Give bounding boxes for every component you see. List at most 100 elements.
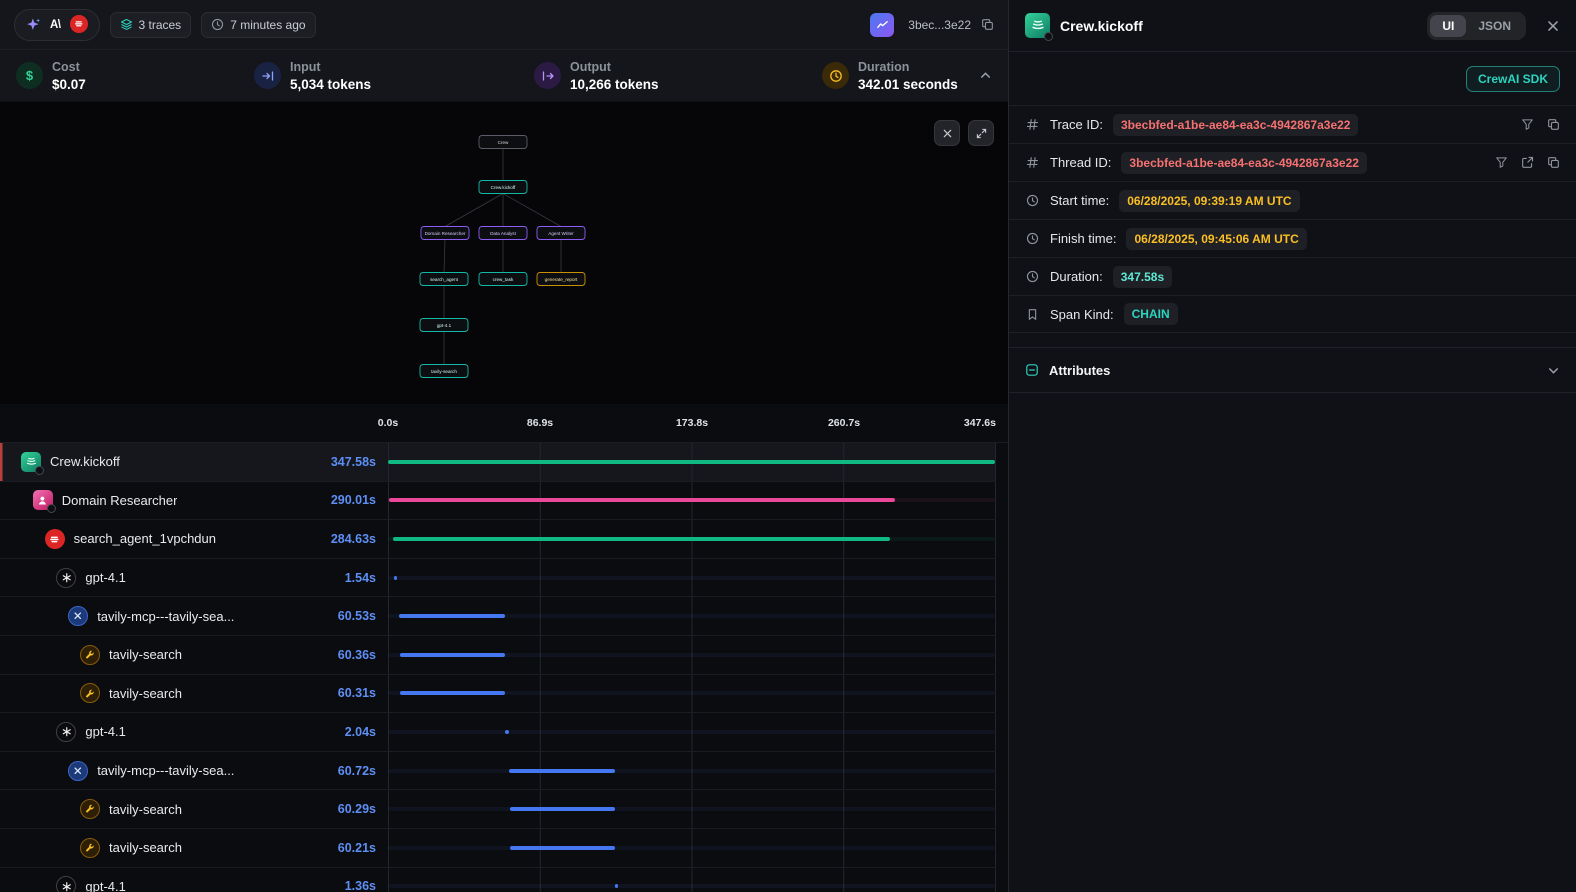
copy-icon[interactable] bbox=[1547, 118, 1560, 131]
span-bar bbox=[510, 846, 615, 850]
graph-node[interactable]: Crew.kickoff bbox=[479, 181, 527, 194]
span-row[interactable]: tavily-mcp---tavily-sea...60.72s bbox=[0, 752, 996, 791]
span-bar bbox=[509, 769, 615, 773]
cost-icon: $ bbox=[16, 62, 43, 89]
expand-graph-icon[interactable] bbox=[968, 120, 994, 146]
trace-chart-icon[interactable] bbox=[870, 13, 894, 37]
span-name: search_agent_1vpchdun bbox=[74, 531, 216, 546]
detail-title-icon-slot bbox=[1025, 13, 1050, 39]
span-duration: 60.29s bbox=[338, 802, 388, 816]
copy-trace-id-icon[interactable] bbox=[981, 18, 994, 31]
graph-node[interactable]: Agent Writer bbox=[537, 227, 585, 240]
tool-icon bbox=[80, 645, 100, 665]
span-duration: 284.63s bbox=[331, 532, 388, 546]
input-icon bbox=[254, 62, 281, 89]
tab-json[interactable]: JSON bbox=[1466, 15, 1523, 37]
mcp-icon bbox=[68, 761, 88, 781]
span-row[interactable]: gpt-4.1 2.04s bbox=[0, 713, 996, 752]
instrumentation-badge bbox=[47, 504, 56, 513]
axis-tick: 260.7s bbox=[828, 417, 860, 429]
span-row[interactable]: tavily-search60.21s bbox=[0, 829, 996, 868]
detail-field: Finish time:06/28/2025, 09:45:06 AM UTC bbox=[1009, 219, 1576, 257]
filter-icon[interactable] bbox=[1521, 118, 1534, 131]
traces-count-badge[interactable]: 3 traces bbox=[110, 12, 192, 38]
clock-icon bbox=[1025, 270, 1040, 283]
trace-graph: Crew Crew.kickoff Domain Researcher Data An… bbox=[0, 102, 1008, 404]
output-icon bbox=[534, 62, 561, 89]
svg-text:search_agent: search_agent bbox=[430, 277, 459, 282]
graph-node[interactable]: Data Analyst bbox=[479, 227, 527, 240]
span-name: tavily-search bbox=[109, 686, 182, 701]
close-graph-icon[interactable] bbox=[934, 120, 960, 146]
stat-value: 342.01 seconds bbox=[858, 77, 958, 92]
span-duration: 1.54s bbox=[345, 571, 388, 585]
axis-tick: 0.0s bbox=[378, 417, 398, 429]
span-track bbox=[388, 559, 996, 597]
graph-node[interactable]: tavily-search bbox=[420, 365, 468, 378]
copy-icon[interactable] bbox=[1547, 156, 1560, 169]
attributes-label: Attributes bbox=[1049, 363, 1110, 378]
span-row[interactable]: Domain Researcher290.01s bbox=[0, 482, 996, 521]
span-row[interactable]: gpt-4.11.36s bbox=[0, 868, 996, 892]
tool-icon bbox=[80, 838, 100, 858]
span-row[interactable]: tavily-search 60.31s bbox=[0, 675, 996, 714]
crew-icon bbox=[1025, 13, 1050, 38]
span-track bbox=[388, 713, 996, 751]
close-panel-icon[interactable] bbox=[1546, 19, 1560, 33]
stat-label: Output bbox=[570, 60, 611, 74]
pink-icon bbox=[33, 490, 53, 510]
span-name: tavily-search bbox=[109, 840, 182, 855]
attributes-section[interactable]: Attributes bbox=[1009, 347, 1576, 393]
openai-icon bbox=[56, 722, 76, 742]
span-track bbox=[388, 868, 996, 892]
timeline-axis: 0.0s 86.9s 173.8s 260.7s 347.6s bbox=[0, 404, 1008, 442]
span-bar bbox=[400, 691, 505, 695]
span-row[interactable]: Crew.kickoff347.58s bbox=[0, 443, 996, 482]
span-row[interactable]: tavily-mcp---tavily-sea...60.53s bbox=[0, 597, 996, 636]
axis-tick: 347.6s bbox=[964, 417, 996, 429]
field-value: 06/28/2025, 09:39:19 AM UTC bbox=[1119, 190, 1299, 212]
svg-text:gpt-4.1: gpt-4.1 bbox=[437, 323, 452, 328]
stat-output: Output10,266 tokens bbox=[534, 58, 822, 94]
stat-label: Input bbox=[290, 60, 321, 74]
field-label: Duration: bbox=[1050, 269, 1103, 284]
span-duration: 2.04s bbox=[345, 725, 388, 739]
collapse-stats-icon[interactable] bbox=[979, 69, 992, 82]
clock-icon bbox=[1025, 232, 1040, 245]
tab-ui[interactable]: UI bbox=[1430, 15, 1466, 37]
stat-cost: $ Cost$0.07 bbox=[16, 58, 254, 94]
instrumentation-badge bbox=[1044, 32, 1053, 41]
graph-node[interactable]: search_agent bbox=[420, 273, 468, 286]
span-row[interactable]: tavily-search60.29s bbox=[0, 790, 996, 829]
stats-row: $ Cost$0.07 Input 5,034 tokens Output10,2… bbox=[0, 50, 1008, 102]
span-duration: 347.58s bbox=[331, 455, 388, 469]
span-name: gpt-4.1 bbox=[85, 724, 125, 739]
graph-node[interactable]: Crew bbox=[479, 136, 527, 149]
openai-icon bbox=[56, 876, 76, 892]
span-row[interactable]: tavily-search60.36s bbox=[0, 636, 996, 675]
graph-node[interactable]: gpt-4.1 bbox=[420, 319, 468, 332]
field-value: 347.58s bbox=[1113, 266, 1172, 288]
field-value: 3becbfed-a1be-ae84-ea3c-4942867a3e22 bbox=[1121, 152, 1367, 174]
span-detail-panel: Crew.kickoff UI JSON CrewAI SDK Trace ID… bbox=[1008, 0, 1576, 892]
span-duration: 60.31s bbox=[338, 686, 388, 700]
agno-icon bbox=[45, 529, 65, 549]
filter-icon[interactable] bbox=[1495, 156, 1508, 169]
clock-icon bbox=[211, 18, 224, 31]
span-row[interactable]: search_agent_1vpchdun 284.63s bbox=[0, 520, 996, 559]
field-value: 3becbfed-a1be-ae84-ea3c-4942867a3e22 bbox=[1113, 114, 1359, 136]
svg-text:Crew.kickoff: Crew.kickoff bbox=[491, 185, 516, 190]
hash-icon bbox=[1025, 118, 1040, 131]
traces-count-label: 3 traces bbox=[139, 18, 182, 32]
svg-text:generate_report: generate_report bbox=[545, 277, 578, 282]
external-icon[interactable] bbox=[1521, 156, 1534, 169]
graph-node[interactable]: generate_report bbox=[537, 273, 585, 286]
stat-value: $0.07 bbox=[52, 77, 86, 92]
stat-value: 5,034 tokens bbox=[290, 77, 371, 92]
duration-icon bbox=[822, 62, 849, 89]
span-bar bbox=[615, 884, 618, 888]
graph-node[interactable]: Domain Researcher bbox=[421, 227, 469, 240]
chevron-down-icon[interactable] bbox=[1547, 364, 1560, 377]
graph-node[interactable]: crew_task bbox=[479, 273, 527, 286]
span-row[interactable]: gpt-4.11.54s bbox=[0, 559, 996, 598]
